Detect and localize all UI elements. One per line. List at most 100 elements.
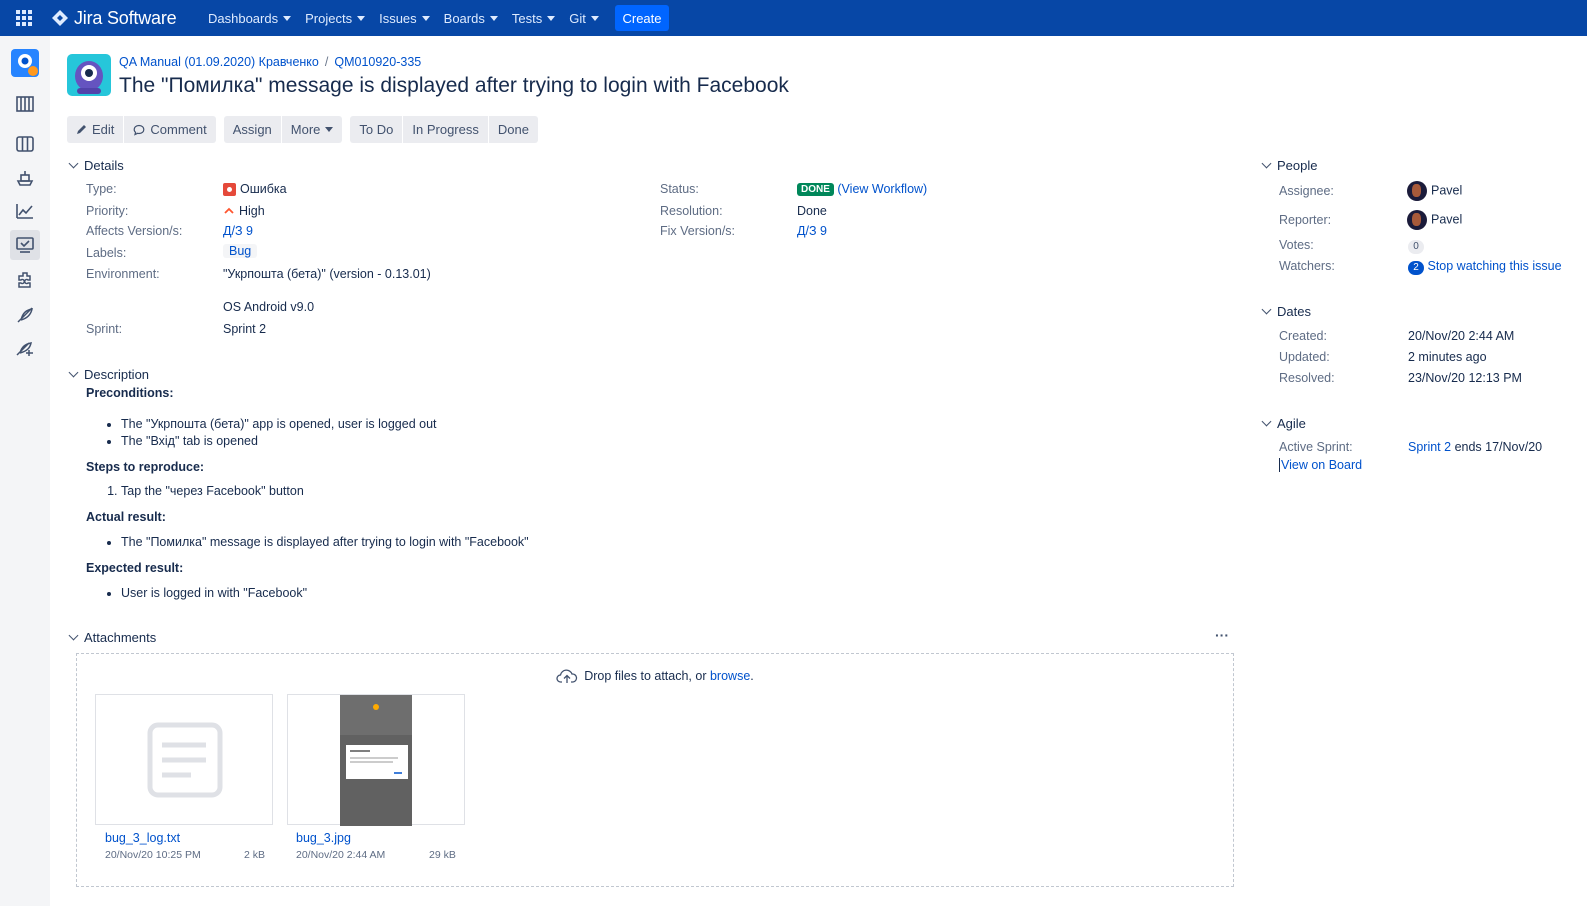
attachment-thumbnail-jpg[interactable]	[287, 694, 465, 826]
releases-icon[interactable]	[13, 166, 37, 190]
workflow-group: To Do In Progress Done	[350, 116, 538, 143]
done-button[interactable]: Done	[488, 116, 538, 143]
browse-link[interactable]: browse	[710, 669, 750, 683]
attachment-size-jpg: 29 kB	[429, 849, 456, 861]
comment-button[interactable]: Comment	[124, 116, 216, 143]
active-sprint-link[interactable]: Sprint 2	[1408, 440, 1451, 454]
labels-label: Labels:	[86, 246, 127, 260]
details-header[interactable]: Details	[67, 158, 124, 173]
more-button[interactable]: More	[281, 116, 343, 143]
assign-group: Assign More	[223, 116, 343, 143]
nav-issues[interactable]: Issues	[379, 11, 430, 26]
dates-heading: Dates	[1277, 304, 1311, 319]
tests-icon[interactable]	[13, 336, 37, 360]
project-avatar-icon[interactable]	[11, 49, 39, 77]
attachment-name-jpg[interactable]: bug_3.jpg	[296, 831, 351, 845]
sprint-value: Sprint 2	[223, 322, 267, 336]
logo-text: Jira Software	[74, 7, 177, 28]
fix-version-link[interactable]: Д/З 9	[797, 224, 827, 238]
resolved-value: 23/Nov/20 12:13 PM	[1408, 371, 1522, 385]
label-tag-bug[interactable]: Bug	[223, 244, 258, 258]
more-label: More	[290, 122, 321, 137]
app-switcher-icon[interactable]	[16, 10, 32, 26]
affects-version-link[interactable]: Д/З 9	[223, 224, 253, 238]
watchers-badge[interactable]: 2	[1408, 261, 1424, 275]
stop-watching-link[interactable]: Stop watching this issue	[1427, 259, 1561, 273]
breadcrumb-issue-key[interactable]: QM010920-335	[334, 55, 421, 69]
attachment-size-txt: 2 kB	[244, 849, 266, 861]
bug-icon	[223, 182, 236, 196]
issues-icon[interactable]	[10, 230, 40, 260]
attachments-menu-icon[interactable]: ···	[1215, 627, 1229, 643]
to-do-button[interactable]: To Do	[350, 116, 403, 143]
drop-text: Drop files to attach, or	[584, 669, 710, 683]
fix-version-label: Fix Version/s:	[660, 224, 736, 238]
jira-logo[interactable]: Jira Software	[51, 7, 177, 28]
environment-label: Environment:	[86, 267, 160, 281]
drop-text-end: .	[750, 669, 754, 683]
backlog-icon[interactable]	[13, 92, 37, 116]
reporter-name: Pavel	[1431, 212, 1463, 227]
attachment-thumbnail-txt[interactable]	[95, 694, 273, 825]
board-icon[interactable]	[13, 132, 37, 156]
issue-title[interactable]: The "Помилка" message is displayed after…	[119, 74, 789, 98]
people-header[interactable]: People	[1260, 158, 1317, 173]
sprint-label: Sprint:	[86, 322, 123, 336]
assignee-value[interactable]: Pavel	[1407, 181, 1462, 201]
attachments-header[interactable]: Attachments	[67, 630, 156, 645]
reports-icon[interactable]	[13, 199, 37, 223]
steps-list: Tap the "через Facebook" button	[121, 483, 886, 500]
in-progress-button[interactable]: In Progress	[403, 116, 488, 143]
priority-label: Priority:	[86, 204, 129, 218]
project-sidebar	[0, 36, 50, 906]
votes-value[interactable]: 0	[1408, 238, 1424, 254]
chevron-down-icon	[68, 367, 79, 378]
agile-header[interactable]: Agile	[1260, 416, 1306, 431]
screenshot-preview-icon	[340, 695, 412, 826]
active-sprint-label: Active Sprint:	[1279, 440, 1353, 454]
jira-diamond-icon	[52, 10, 68, 26]
actual-list: The "Помилка" message is displayed after…	[121, 534, 886, 551]
edit-label: Edit	[92, 122, 115, 137]
updated-label: Updated:	[1279, 350, 1330, 364]
pencil-icon	[77, 125, 86, 134]
chevron-down-icon	[590, 15, 599, 21]
attachment-date-txt: 20/Nov/20 10:25 PM	[105, 849, 201, 861]
issue-view: QA Manual (01.09.2020) Кравченко / QM010…	[50, 36, 1587, 906]
create-button[interactable]: Create	[615, 5, 669, 31]
attachment-date-jpg: 20/Nov/20 2:44 AM	[296, 849, 386, 861]
breadcrumb-project[interactable]: QA Manual (01.09.2020) Кравченко	[119, 55, 319, 69]
description-header[interactable]: Description	[67, 367, 149, 382]
environment-line-1: "Укрпошта (бета)" (version - 0.13.01)	[223, 267, 431, 281]
nav-label: Issues	[379, 10, 417, 26]
labels-value: Bug	[223, 244, 258, 258]
steps-heading: Steps to reproduce:	[86, 460, 205, 474]
document-icon	[147, 722, 223, 798]
list-item: User is logged in with "Facebook"	[121, 585, 886, 602]
view-on-board-link[interactable]: View on Board	[1279, 458, 1362, 472]
nav-label: Dashboards	[208, 10, 279, 26]
dates-header[interactable]: Dates	[1260, 304, 1311, 319]
nav-tests[interactable]: Tests	[512, 11, 556, 26]
reporter-value[interactable]: Pavel	[1407, 210, 1462, 230]
chevron-down-icon	[283, 15, 292, 21]
view-workflow-link[interactable]: (View Workflow)	[837, 182, 927, 196]
nav-dashboards[interactable]: Dashboards	[208, 10, 292, 26]
chevron-down-icon	[68, 630, 79, 641]
assign-button[interactable]: Assign	[223, 116, 281, 143]
edit-button[interactable]: Edit	[67, 116, 124, 143]
description-body[interactable]: Preconditions: The "Укрпошта (бета)" app…	[86, 386, 886, 612]
list-item: The "Вхід" tab is opened	[121, 433, 886, 450]
nav-boards[interactable]: Boards	[444, 11, 498, 26]
components-icon[interactable]	[13, 268, 37, 292]
feather-icon[interactable]	[13, 303, 37, 327]
status-label: Status:	[660, 182, 699, 196]
top-navigation-bar: Jira Software Dashboards Projects Issues…	[0, 0, 1587, 36]
nav-projects[interactable]: Projects	[305, 11, 366, 26]
list-item: Tap the "через Facebook" button	[121, 483, 886, 500]
nav-git[interactable]: Git	[569, 11, 599, 26]
chevron-down-icon	[357, 15, 366, 21]
attachment-name-txt[interactable]: bug_3_log.txt	[105, 831, 180, 845]
chevron-down-icon	[489, 15, 498, 21]
attachments-dropzone[interactable]: Drop files to attach, or browse. bug_3_l…	[76, 653, 1234, 887]
